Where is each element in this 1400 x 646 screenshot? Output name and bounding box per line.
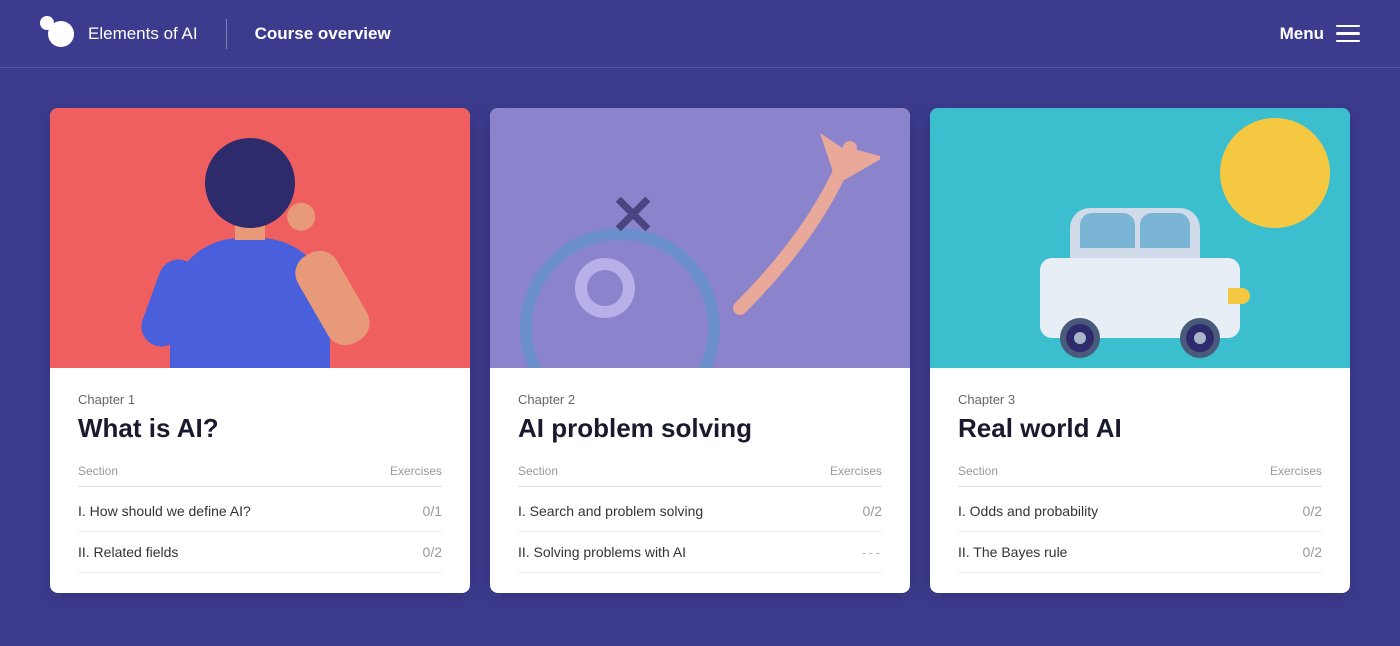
course-overview-label: Course overview	[255, 24, 391, 44]
card1-illustration	[50, 108, 470, 368]
section-3-2-name: II. The Bayes rule	[958, 544, 1067, 560]
chapter2-title: AI problem solving	[518, 413, 882, 444]
chapter3-sections: Section Exercises I. Odds and probabilit…	[958, 464, 1322, 573]
exercises-col-label-3: Exercises	[1270, 464, 1322, 478]
table-row[interactable]: II. Related fields 0/2	[78, 532, 442, 573]
header-divider	[226, 19, 227, 49]
chapter2-sections: Section Exercises I. Search and problem …	[518, 464, 882, 573]
card3-illustration	[930, 108, 1350, 368]
menu-button[interactable]: Menu	[1280, 24, 1360, 44]
section-1-1-exercises: 0/1	[423, 503, 442, 519]
logo-icon	[40, 16, 76, 52]
section-2-1-name: I. Search and problem solving	[518, 503, 703, 519]
section-3-1-name: I. Odds and probability	[958, 503, 1098, 519]
table-row[interactable]: II. The Bayes rule 0/2	[958, 532, 1322, 573]
section-1-2-name: II. Related fields	[78, 544, 178, 560]
table-row[interactable]: I. Odds and probability 0/2	[958, 491, 1322, 532]
chapter1-sections: Section Exercises I. How should we defin…	[78, 464, 442, 573]
section-col-label-3: Section	[958, 464, 998, 478]
table-row[interactable]: I. How should we define AI? 0/1	[78, 491, 442, 532]
table-row[interactable]: II. Solving problems with AI ---	[518, 532, 882, 573]
section-col-label-2: Section	[518, 464, 558, 478]
sun-icon	[1220, 118, 1330, 228]
chapter1-label: Chapter 1	[78, 392, 442, 407]
section-1-1-name: I. How should we define AI?	[78, 503, 251, 519]
app-title: Elements of AI	[88, 24, 198, 44]
chapter3-label: Chapter 3	[958, 392, 1322, 407]
sections-header-2: Section Exercises	[518, 464, 882, 487]
exercises-col-label-2: Exercises	[830, 464, 882, 478]
section-3-1-exercises: 0/2	[1303, 503, 1322, 519]
header: Elements of AI Course overview Menu	[0, 0, 1400, 68]
section-3-2-exercises: 0/2	[1303, 544, 1322, 560]
section-2-2-name: II. Solving problems with AI	[518, 544, 686, 560]
card2-illustration: ✕	[490, 108, 910, 368]
course-cards-container: Chapter 1 What is AI? Section Exercises …	[0, 68, 1400, 593]
chapter1-title: What is AI?	[78, 413, 442, 444]
exercises-col-label-1: Exercises	[390, 464, 442, 478]
sections-header-1: Section Exercises	[78, 464, 442, 487]
card2-content: Chapter 2 AI problem solving Section Exe…	[490, 368, 910, 593]
sections-header-3: Section Exercises	[958, 464, 1322, 487]
section-2-1-exercises: 0/2	[863, 503, 882, 519]
card-chapter-3[interactable]: Chapter 3 Real world AI Section Exercise…	[930, 108, 1350, 593]
card-chapter-1[interactable]: Chapter 1 What is AI? Section Exercises …	[50, 108, 470, 593]
section-1-2-exercises: 0/2	[423, 544, 442, 560]
card1-content: Chapter 1 What is AI? Section Exercises …	[50, 368, 470, 593]
section-2-2-exercises: ---	[862, 544, 882, 560]
logo[interactable]: Elements of AI	[40, 16, 198, 52]
chapter3-title: Real world AI	[958, 413, 1322, 444]
section-col-label-1: Section	[78, 464, 118, 478]
arrow-icon	[720, 128, 880, 328]
hamburger-icon	[1336, 25, 1360, 43]
car-icon	[1040, 258, 1240, 338]
cross-icon: ✕	[610, 188, 656, 243]
card-chapter-2[interactable]: ✕ Chapter 2 AI problem solving Section E…	[490, 108, 910, 593]
chapter2-label: Chapter 2	[518, 392, 882, 407]
menu-label: Menu	[1280, 24, 1324, 44]
table-row[interactable]: I. Search and problem solving 0/2	[518, 491, 882, 532]
card3-content: Chapter 3 Real world AI Section Exercise…	[930, 368, 1350, 593]
